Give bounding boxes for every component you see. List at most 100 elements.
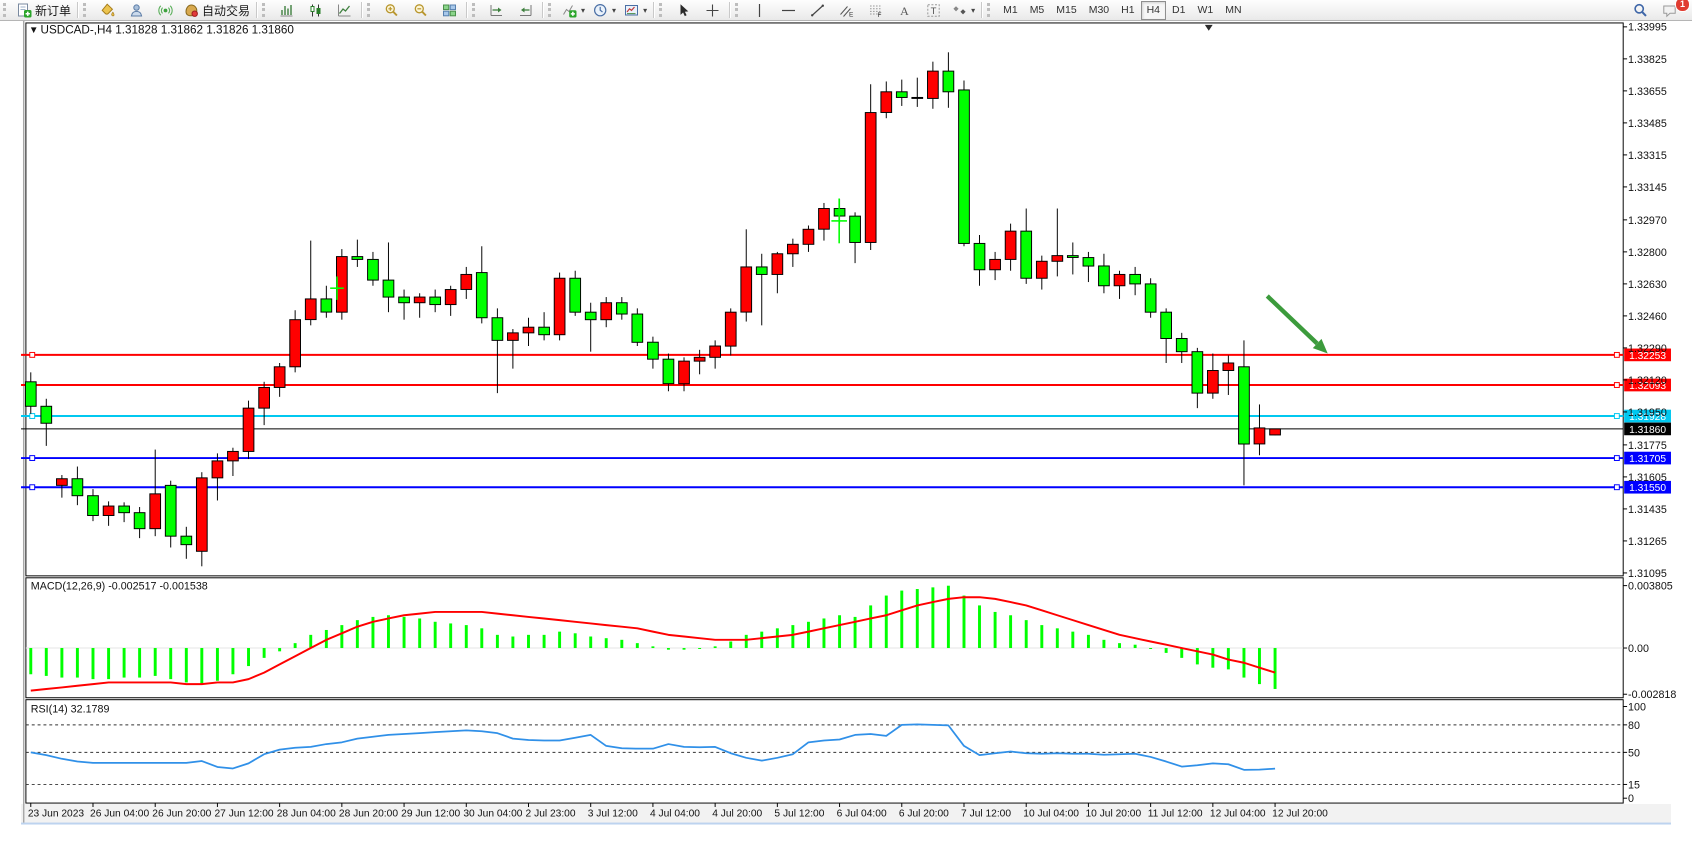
periods-button[interactable]: ▾ xyxy=(589,0,620,21)
toolbar-separator xyxy=(981,2,983,18)
svg-text:1.31435: 1.31435 xyxy=(1628,504,1667,516)
search-button[interactable] xyxy=(1626,0,1655,21)
svg-text:1.33485: 1.33485 xyxy=(1628,118,1667,130)
timeframe-m1-button[interactable]: M1 xyxy=(997,1,1024,20)
signal-icon xyxy=(158,3,173,18)
text-label-button[interactable]: T xyxy=(919,0,948,21)
cursor-button[interactable] xyxy=(669,0,698,21)
cursor-icon xyxy=(676,3,691,18)
paint-bucket-button[interactable] xyxy=(93,0,122,21)
text-button[interactable]: A xyxy=(890,0,919,21)
toolbar-separator xyxy=(256,2,258,18)
vertical-line-button[interactable] xyxy=(745,0,774,21)
toolbar-grip[interactable] xyxy=(548,3,555,17)
new-order-button[interactable]: 新订单 xyxy=(13,0,75,21)
toolbar-grip[interactable] xyxy=(472,3,479,17)
notification-badge: 1 xyxy=(1675,0,1690,12)
line-chart-button[interactable] xyxy=(330,0,359,21)
zoom-in-button[interactable] xyxy=(377,0,406,21)
line-chart-icon xyxy=(337,3,352,18)
svg-text:0.00: 0.00 xyxy=(1628,643,1649,655)
svg-text:1.33655: 1.33655 xyxy=(1628,86,1667,98)
dropdown-arrow-icon[interactable]: ▾ xyxy=(971,6,975,15)
chat-button[interactable]: 1 xyxy=(1655,0,1684,21)
bar-chart-button[interactable] xyxy=(272,0,301,21)
rsi-label: RSI(14) 32.1789 xyxy=(31,703,110,715)
svg-text:100: 100 xyxy=(1628,701,1646,713)
crosshair-icon xyxy=(705,3,720,18)
svg-text:23 Jun 2023: 23 Jun 2023 xyxy=(28,809,85,820)
svg-text:6 Jul 20:00: 6 Jul 20:00 xyxy=(899,809,949,820)
timeframe-m5-button[interactable]: M5 xyxy=(1024,1,1051,20)
svg-text:E: E xyxy=(849,11,854,18)
indicators-button[interactable]: ▾ xyxy=(558,0,589,21)
svg-text:4 Jul 04:00: 4 Jul 04:00 xyxy=(650,809,700,820)
tile-windows-button[interactable] xyxy=(435,0,464,21)
paint-bucket-icon xyxy=(100,3,115,18)
auto-trading-button[interactable]: 自动交易 xyxy=(180,0,254,21)
auto-scroll-icon xyxy=(518,3,533,18)
crosshair-button[interactable] xyxy=(698,0,727,21)
chart-canvas[interactable]: 1.32253 1.32093 1.31928 1.31860 1.31705 … xyxy=(0,21,1692,845)
timeframe-w1-button[interactable]: W1 xyxy=(1191,1,1219,20)
toolbar-grip[interactable] xyxy=(659,3,666,17)
svg-text:29 Jun 12:00: 29 Jun 12:00 xyxy=(401,809,460,820)
zoom-in-icon xyxy=(384,3,399,18)
svg-text:1.31775: 1.31775 xyxy=(1628,440,1667,452)
chart-window[interactable]: 1.32253 1.32093 1.31928 1.31860 1.31705 … xyxy=(0,21,1692,845)
svg-text:11 Jul 12:00: 11 Jul 12:00 xyxy=(1148,809,1203,820)
toolbar-grip[interactable] xyxy=(3,3,10,17)
periods-icon xyxy=(593,3,608,18)
svg-text:12 Jul 20:00: 12 Jul 20:00 xyxy=(1272,809,1328,820)
chart-shift-button[interactable] xyxy=(482,0,511,21)
macd-label: MACD(12,26,9) -0.002517 -0.001538 xyxy=(31,581,208,593)
svg-text:1.32120: 1.32120 xyxy=(1628,375,1667,387)
svg-text:1.33145: 1.33145 xyxy=(1628,182,1667,194)
trendline-button[interactable] xyxy=(803,0,832,21)
trading-terminal-window: 新订单 自动交易 ▾ ▾ ▾ E F AT ▾ M1M5M15M30H1H4D1W1MN 1 1.3… xyxy=(0,0,1692,845)
templates-button[interactable]: ▾ xyxy=(620,0,651,21)
timeframe-mn-button[interactable]: MN xyxy=(1219,1,1247,20)
trendline-icon xyxy=(810,3,825,18)
channel-button[interactable]: E xyxy=(832,0,861,21)
svg-text:2 Jul 23:00: 2 Jul 23:00 xyxy=(526,809,576,820)
dropdown-arrow-icon[interactable]: ▾ xyxy=(612,6,616,15)
signal-button[interactable] xyxy=(151,0,180,21)
svg-text:80: 80 xyxy=(1628,720,1640,732)
toolbar-grip[interactable] xyxy=(83,3,90,17)
fibonacci-button[interactable]: F xyxy=(861,0,890,21)
svg-text:1.31950: 1.31950 xyxy=(1628,407,1667,419)
fibonacci-icon: F xyxy=(868,3,883,18)
timeframe-h4-button[interactable]: H4 xyxy=(1141,1,1166,20)
zoom-out-button[interactable] xyxy=(406,0,435,21)
horizontal-line-button[interactable] xyxy=(774,0,803,21)
svg-text:1.33995: 1.33995 xyxy=(1628,22,1667,34)
svg-text:1.32800: 1.32800 xyxy=(1628,247,1667,259)
svg-text:28 Jun 20:00: 28 Jun 20:00 xyxy=(339,809,398,820)
timeframe-m15-button[interactable]: M15 xyxy=(1050,1,1082,20)
timeframe-h1-button[interactable]: H1 xyxy=(1115,1,1140,20)
svg-text:1.32460: 1.32460 xyxy=(1628,311,1667,323)
auto-trading-icon xyxy=(184,3,199,18)
toolbar-grip[interactable] xyxy=(367,3,374,17)
bar-chart-icon xyxy=(279,3,294,18)
tile-windows-icon xyxy=(442,3,457,18)
svg-text:28 Jun 04:00: 28 Jun 04:00 xyxy=(277,809,336,820)
toolbar-grip[interactable] xyxy=(735,3,742,17)
dropdown-arrow-icon[interactable]: ▾ xyxy=(581,6,585,15)
svg-text:1.32630: 1.32630 xyxy=(1628,279,1667,291)
toolbar-grip[interactable] xyxy=(262,3,269,17)
timeframe-m30-button[interactable]: M30 xyxy=(1083,1,1115,20)
timeframe-d1-button[interactable]: D1 xyxy=(1166,1,1191,20)
profile-button[interactable] xyxy=(122,0,151,21)
toolbar-grip[interactable] xyxy=(987,3,994,17)
svg-text:F: F xyxy=(878,12,882,18)
arrows-button[interactable]: ▾ xyxy=(948,0,979,21)
svg-text:A: A xyxy=(900,3,909,17)
svg-text:1.31705: 1.31705 xyxy=(1629,454,1666,465)
auto-scroll-button[interactable] xyxy=(511,0,540,21)
dropdown-arrow-icon[interactable]: ▾ xyxy=(643,6,647,15)
candle-chart-button[interactable] xyxy=(301,0,330,21)
svg-text:0.003805: 0.003805 xyxy=(1628,581,1673,593)
vertical-line-icon xyxy=(752,3,767,18)
